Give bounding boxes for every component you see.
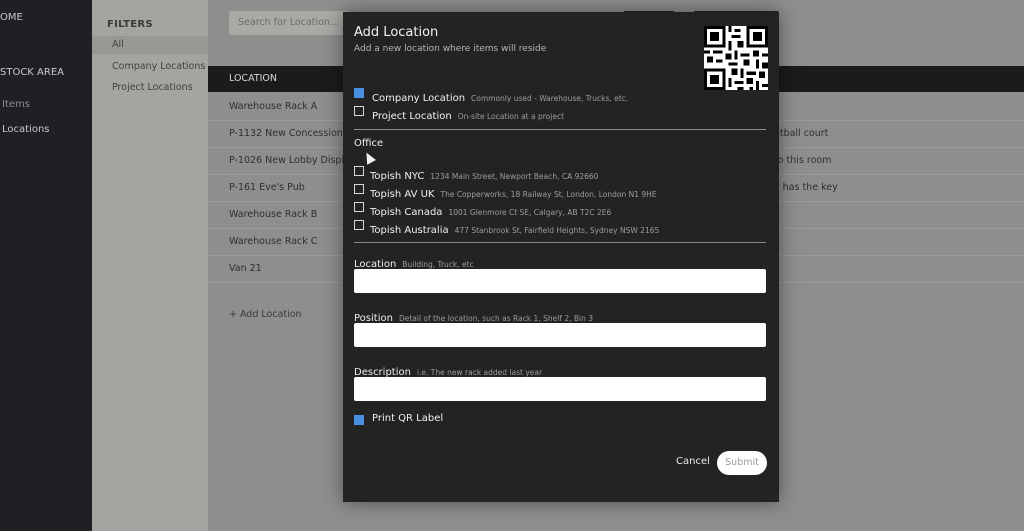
filter-company-locations[interactable]: Company Locations: [92, 58, 208, 76]
nav-items[interactable]: Items: [2, 99, 30, 110]
project-location-label: Project Location: [372, 111, 452, 122]
filter-project-locations[interactable]: Project Locations: [92, 79, 208, 97]
office-name: Topish Canada: [370, 207, 443, 218]
office-name: Topish Australia: [370, 225, 449, 236]
office-address: The Copperworks, 18 Railway St, London, …: [440, 190, 657, 199]
add-location-link[interactable]: + Add Location: [229, 309, 302, 320]
position-input[interactable]: [354, 323, 766, 347]
search-input[interactable]: Search for Location...: [229, 11, 349, 35]
company-location-option[interactable]: Company Location Commonly used - Warehous…: [372, 86, 628, 105]
office-section-title: Office: [354, 138, 384, 149]
divider: [354, 242, 766, 243]
modal-title: Add Location: [354, 25, 439, 40]
qr-code-icon: [704, 26, 768, 90]
row-location: Van 21: [229, 263, 262, 274]
office-address: 1001 Glenmore Ct SE, Calgary, AB T2C 2E6: [448, 208, 612, 217]
project-location-option[interactable]: Project Location On-site Location at a pr…: [372, 104, 564, 123]
project-location-hint: On-site Location at a project: [457, 112, 565, 121]
office-checkbox-canada[interactable]: [354, 202, 364, 212]
office-option-uk[interactable]: Topish AV UK The Copperworks, 18 Railway …: [370, 182, 657, 201]
office-name: Topish NYC: [370, 171, 425, 182]
row-note: etball court: [774, 128, 829, 139]
office-checkbox-uk[interactable]: [354, 184, 364, 194]
company-location-checkbox[interactable]: [354, 88, 364, 98]
modal-subtitle: Add a new location where items will resi…: [354, 44, 547, 54]
location-input[interactable]: [354, 269, 766, 293]
description-hint: i.e. The new rack added last year: [416, 368, 543, 377]
office-option-australia[interactable]: Topish Australia 477 Stanbrook St, Fairfi…: [370, 218, 659, 237]
office-option-nyc[interactable]: Topish NYC 1234 Main Street, Newport Beac…: [370, 164, 598, 183]
company-location-hint: Commonly used - Warehouse, Trucks, etc.: [471, 94, 629, 103]
mouse-cursor-icon: [362, 150, 376, 165]
row-location: P-1026 New Lobby Display: [229, 155, 356, 166]
row-location: Warehouse Rack B: [229, 209, 318, 220]
position-hint: Detail of the location, such as Rack 1, …: [398, 314, 594, 323]
divider: [354, 129, 766, 130]
location-hint: Building, Truck, etc: [402, 260, 474, 269]
cancel-button[interactable]: Cancel: [676, 456, 710, 467]
nav-locations[interactable]: Locations: [2, 124, 50, 135]
office-checkbox-nyc[interactable]: [354, 166, 364, 176]
row-note: to this room: [774, 155, 832, 166]
row-location: P-161 Eve's Pub: [229, 182, 305, 193]
office-option-canada[interactable]: Topish Canada 1001 Glenmore Ct SE, Calgar…: [370, 200, 611, 219]
submit-button[interactable]: Submit: [717, 451, 767, 475]
filters-panel: FILTERS All Company Locations Project Lo…: [92, 0, 208, 531]
filters-title: FILTERS: [107, 19, 153, 30]
left-nav: OME STOCK AREA Items Locations: [0, 0, 92, 531]
column-location[interactable]: LOCATION: [229, 66, 277, 92]
add-location-modal: Add Location Add a new location where it…: [343, 12, 779, 502]
nav-home[interactable]: OME: [0, 12, 23, 23]
print-qr-checkbox[interactable]: [354, 415, 364, 425]
company-location-label: Company Location: [372, 93, 466, 104]
office-checkbox-australia[interactable]: [354, 220, 364, 230]
filter-all[interactable]: All: [92, 36, 208, 54]
nav-stock-area[interactable]: STOCK AREA: [0, 67, 64, 78]
office-address: 1234 Main Street, Newport Beach, CA 9266…: [430, 172, 599, 181]
row-location: Warehouse Rack A: [229, 101, 318, 112]
description-input[interactable]: [354, 377, 766, 401]
row-note: y has the key: [774, 182, 838, 193]
project-location-checkbox[interactable]: [354, 106, 364, 116]
print-qr-label[interactable]: Print QR Label: [372, 413, 443, 424]
office-name: Topish AV UK: [370, 189, 435, 200]
office-address: 477 Stanbrook St, Fairfield Heights, Syd…: [454, 226, 660, 235]
row-location: P-1132 New Concession D: [229, 128, 354, 139]
row-location: Warehouse Rack C: [229, 236, 318, 247]
